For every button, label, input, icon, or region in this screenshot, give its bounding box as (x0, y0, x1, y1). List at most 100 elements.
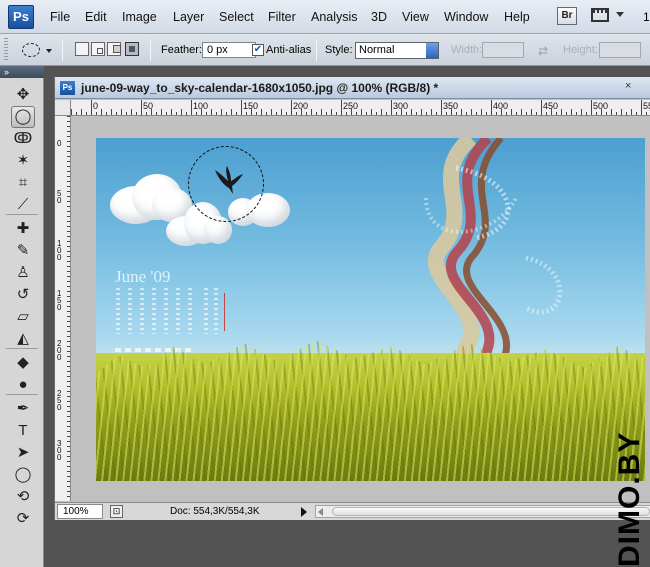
ruler-tick (96, 112, 97, 115)
status-menu-icon[interactable]: ⊡ (110, 505, 123, 518)
anti-alias-label: Anti-alias (266, 44, 312, 56)
ruler-tick (461, 109, 462, 115)
ruler-tick (116, 112, 117, 115)
paint-bucket-tool[interactable]: ◭ (11, 328, 35, 350)
grip-handle[interactable] (4, 38, 8, 62)
menu-layer[interactable]: Layer (173, 10, 204, 24)
subtract-from-selection-icon[interactable] (107, 42, 121, 56)
menu-select[interactable]: Select (219, 10, 254, 24)
add-to-selection-icon[interactable] (91, 42, 105, 56)
document-tab[interactable]: Ps june-09-way_to_sky-calendar-1680x1050… (55, 77, 650, 99)
dodge-tool[interactable]: ● (11, 374, 35, 396)
elliptical-marquee-preset-icon[interactable] (22, 43, 40, 57)
ruler-tick (566, 112, 567, 115)
ruler-tick (231, 109, 232, 115)
photoshop-logo[interactable]: Ps (8, 5, 34, 29)
feather-input[interactable]: 0 px (202, 42, 256, 58)
close-icon[interactable]: × (625, 80, 631, 92)
menu-edit[interactable]: Edit (85, 10, 107, 24)
chevron-down-icon[interactable] (46, 49, 52, 53)
ruler-tick (336, 112, 337, 115)
tool-separator (6, 214, 38, 215)
play-arrow-icon[interactable] (301, 507, 307, 517)
ruler-label: 2 0 0 (57, 339, 62, 362)
path-selection-tool[interactable]: ➤ (11, 442, 35, 464)
canvas-area[interactable]: June '09 (72, 117, 650, 501)
zoom-level-partial[interactable]: 1 (643, 10, 650, 24)
lasso-tool[interactable]: ↂ (11, 128, 35, 150)
screen-mode-icon[interactable] (591, 8, 611, 24)
ruler-tick (386, 112, 387, 115)
ruler-tick (486, 112, 487, 115)
ruler-tick (236, 112, 237, 115)
swap-icon[interactable]: ⇄ (538, 44, 548, 58)
clone-stamp-tool[interactable]: ♙ (11, 262, 35, 284)
elliptical-marquee-tool[interactable]: ◯ (11, 106, 35, 128)
ruler-tick (146, 112, 147, 115)
calendar-column (164, 288, 168, 334)
ruler-tick (67, 271, 70, 272)
ruler-origin[interactable] (55, 100, 71, 116)
ruler-tick (431, 109, 432, 115)
elliptical-selection-marquee[interactable] (188, 146, 264, 222)
eraser-tool[interactable]: ▱ (11, 306, 35, 328)
ruler-tick (606, 112, 607, 115)
ruler-tick (141, 100, 142, 115)
document-image[interactable]: June '09 (96, 138, 645, 481)
style-select[interactable]: Normal (355, 42, 439, 59)
move-tool[interactable]: ✥ (11, 84, 35, 106)
crop-tool[interactable]: ⌗ (11, 172, 35, 194)
pen-tool[interactable]: ✒ (11, 398, 35, 420)
menu-image[interactable]: Image (122, 10, 157, 24)
ruler-horizontal[interactable]: 050100150200250300350400450500550 (71, 100, 650, 116)
brush-tool[interactable]: ✎ (11, 240, 35, 262)
shape-tool[interactable]: ◯ (11, 464, 35, 486)
blur-tool[interactable]: ◆ (11, 352, 35, 374)
scroll-left-icon[interactable] (318, 508, 323, 516)
menu-3d[interactable]: 3D (371, 10, 387, 24)
ruler-vertical[interactable]: 0 5 0 1 0 0 1 5 0 2 0 0 2 5 0 3 0 0 (55, 116, 71, 501)
intersect-selection-icon[interactable] (125, 42, 139, 56)
menu-window[interactable]: Window (444, 10, 488, 24)
height-input[interactable] (599, 42, 641, 58)
magic-wand-tool[interactable]: ✶ (11, 150, 35, 172)
ruler-tick (67, 191, 70, 192)
zoom-input[interactable]: 100% (57, 504, 103, 519)
healing-brush-tool[interactable]: ✚ (11, 218, 35, 240)
ruler-tick (67, 386, 70, 387)
feather-label: Feather: (161, 44, 202, 56)
menu-help[interactable]: Help (504, 10, 530, 24)
3d-rotate-tool[interactable]: ⟲ (11, 486, 35, 508)
eyedropper-tool[interactable]: ⟋ (11, 194, 35, 216)
menu-filter[interactable]: Filter (268, 10, 296, 24)
ruler-tick (506, 112, 507, 115)
ruler-tick (391, 100, 392, 115)
width-input[interactable] (482, 42, 524, 58)
calendar-heading: June '09 (115, 267, 171, 286)
ruler-tick (67, 431, 70, 432)
ruler-tick (341, 100, 342, 115)
ruler-tick (67, 381, 70, 382)
history-brush-tool[interactable]: ↺ (11, 284, 35, 306)
new-selection-icon[interactable] (75, 42, 89, 56)
menu-analysis[interactable]: Analysis (311, 10, 358, 24)
ruler-tick (526, 112, 527, 115)
ruler-tick (67, 416, 70, 417)
ruler-tick (67, 296, 70, 297)
ruler-tick (411, 109, 412, 115)
ruler-tick (151, 109, 152, 115)
ruler-tick (67, 326, 70, 327)
ruler-tick (646, 112, 647, 115)
chevron-down-icon[interactable] (616, 12, 624, 17)
ruler-tick (276, 112, 277, 115)
menu-file[interactable]: File (50, 10, 70, 24)
tools-panel-header[interactable]: » (0, 66, 44, 78)
ruler-tick (67, 186, 70, 187)
menu-view[interactable]: View (402, 10, 429, 24)
bridge-button[interactable]: Br (557, 7, 577, 25)
3d-orbit-tool[interactable]: ⟳ (11, 508, 35, 530)
ruler-tick (616, 112, 617, 115)
anti-alias-checkbox[interactable]: ✔ (252, 44, 264, 56)
menu-bar: Ps File Edit Image Layer Select Filter A… (0, 0, 650, 34)
type-tool[interactable]: T (11, 420, 35, 442)
